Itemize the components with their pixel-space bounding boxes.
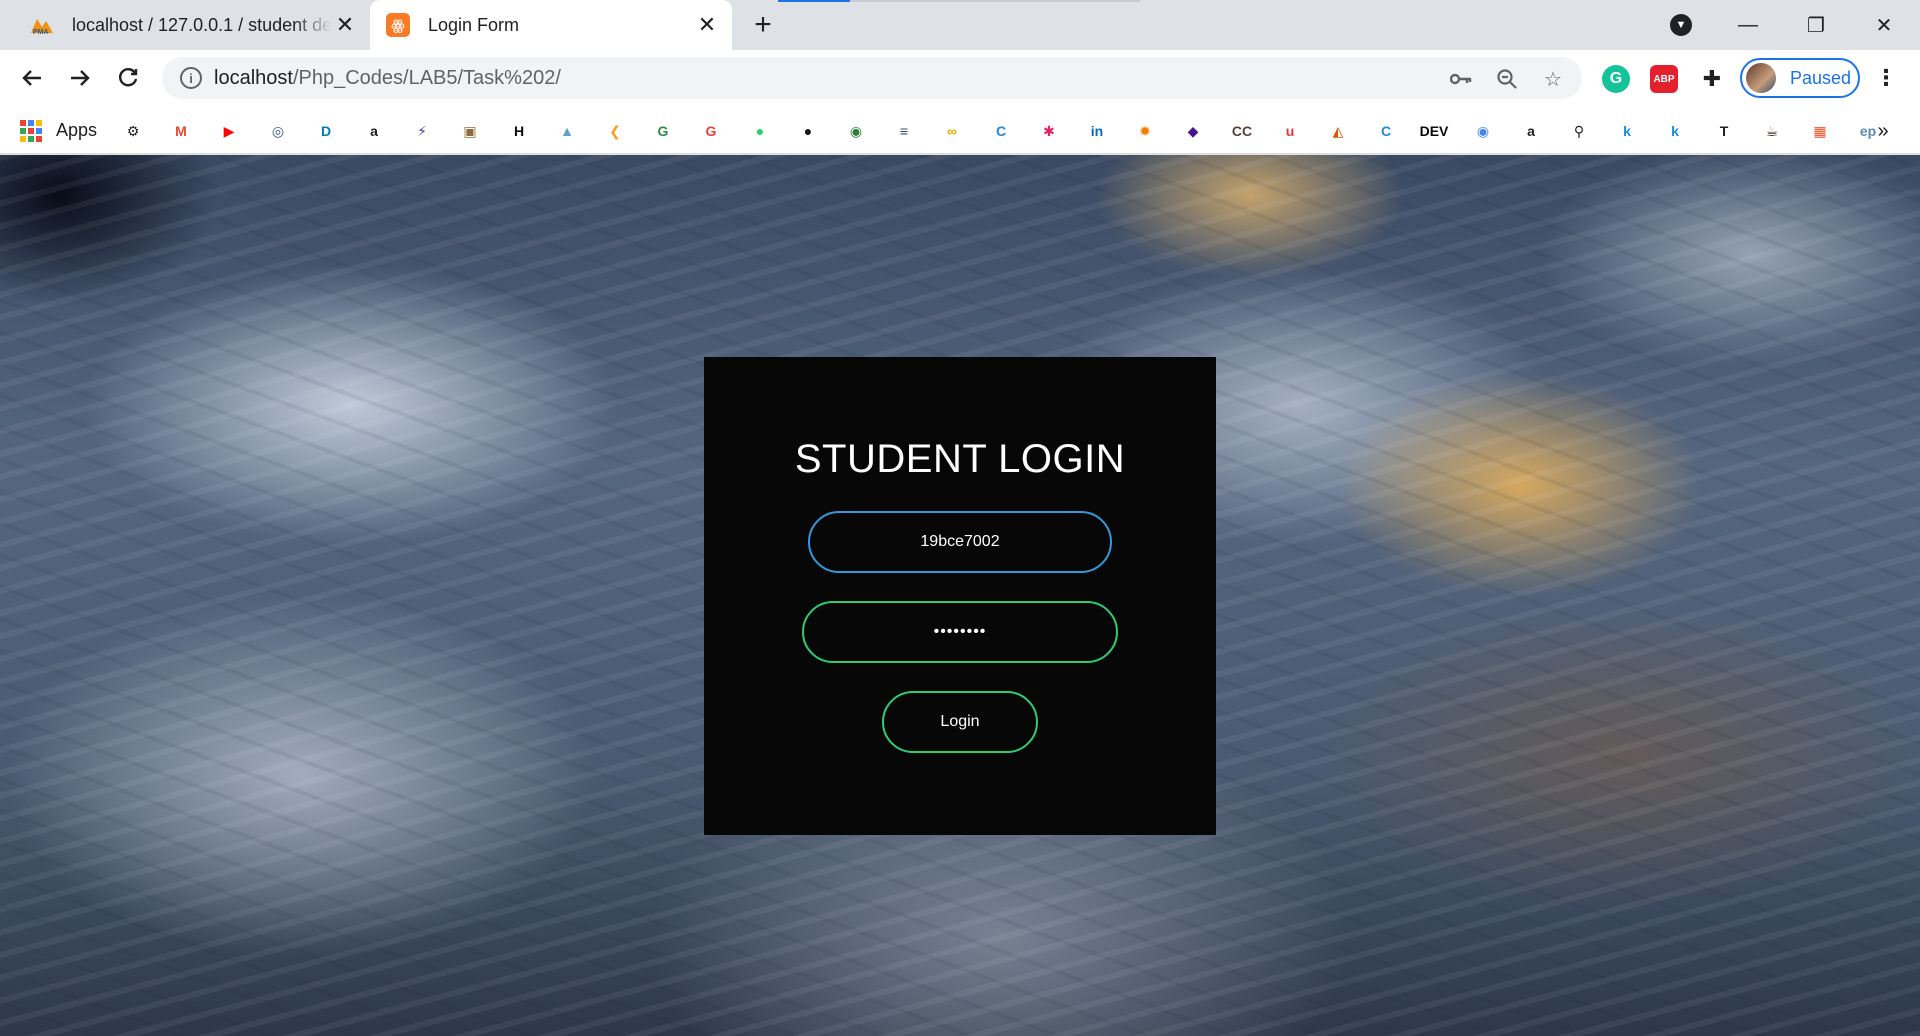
apps-label[interactable]: Apps xyxy=(56,120,97,141)
close-tab-icon[interactable]: ✕ xyxy=(332,12,358,38)
username-input[interactable] xyxy=(808,511,1112,573)
tab-strip: PMA localhost / 127.0.0.1 / student de ✕… xyxy=(0,0,1920,50)
bolt-icon[interactable]: ⚡ xyxy=(409,118,435,144)
minimize-button[interactable]: — xyxy=(1718,0,1778,50)
grammarly-icon[interactable]: G xyxy=(1602,65,1630,93)
gmail-icon[interactable]: M xyxy=(168,118,194,144)
login-button[interactable]: Login xyxy=(882,691,1038,753)
reload-icon xyxy=(119,68,138,87)
codeforces-icon[interactable]: C xyxy=(988,118,1014,144)
whatsapp-icon[interactable]: ● xyxy=(747,118,773,144)
canva-icon[interactable]: C xyxy=(1373,118,1399,144)
profile-status: Paused xyxy=(1790,67,1852,88)
stack-icon[interactable]: ≡ xyxy=(891,118,917,144)
arrow-right-icon xyxy=(71,70,90,86)
back-button[interactable] xyxy=(14,60,50,96)
youtube-icon[interactable]: ▶ xyxy=(216,118,242,144)
tab-title: localhost / 127.0.0.1 / student de xyxy=(72,14,332,35)
close-tab-icon[interactable]: ✕ xyxy=(694,12,720,38)
purple-icon[interactable]: ◆ xyxy=(1180,118,1206,144)
close-window-button[interactable]: ✕ xyxy=(1854,0,1914,50)
url-host: localhost xyxy=(214,66,293,89)
page-background: STUDENT LOGIN Login xyxy=(0,155,1920,1036)
phpmyadmin-icon: PMA xyxy=(28,13,56,37)
codechef-icon[interactable]: ◉ xyxy=(843,118,869,144)
avatar xyxy=(1746,63,1776,93)
zoom-out-icon[interactable] xyxy=(1494,66,1520,92)
svg-text:PMA: PMA xyxy=(33,29,49,35)
leetcode-icon[interactable]: ❮ xyxy=(602,118,628,144)
bookmarks-bar: Apps ⚙ M ▶ ◎ Da ⚡ ▣ H ▲ ❮ G G ● ● ◉ ≡ ∞ C ✱ in ✹ ◆ CC u ◭ C DEV ◉ a ⚲… xyxy=(0,106,1920,154)
amazon-icon[interactable]: a xyxy=(361,118,387,144)
hackerrank-icon[interactable]: H xyxy=(506,118,532,144)
xampp-icon: ꙮ xyxy=(384,13,412,37)
loading-bar-fill xyxy=(778,0,850,2)
bookmark-star-icon[interactable]: ☆ xyxy=(1540,66,1566,92)
bookmarks-overflow-icon[interactable]: » xyxy=(1870,118,1896,144)
dell-icon[interactable]: D xyxy=(313,118,339,144)
extensions-puzzle-icon[interactable]: ✚ xyxy=(1698,65,1726,93)
tab-phpmyadmin[interactable]: PMA localhost / 127.0.0.1 / student de ✕ xyxy=(14,0,370,50)
login-form: STUDENT LOGIN Login xyxy=(704,357,1216,835)
menu-kebab-icon[interactable]: ⋮ xyxy=(1872,64,1900,92)
matlab-icon[interactable]: ◭ xyxy=(1325,118,1351,144)
reload-button[interactable] xyxy=(110,60,146,96)
coffee-icon[interactable]: ☕ xyxy=(1759,118,1785,144)
adblock-plus-icon[interactable]: ABP xyxy=(1650,65,1678,93)
arrow-left-icon xyxy=(22,70,41,86)
gfg-icon[interactable]: G xyxy=(650,118,676,144)
amazon2-icon[interactable]: a xyxy=(1518,118,1544,144)
key-icon[interactable] xyxy=(1448,66,1474,92)
udemy-icon[interactable]: u xyxy=(1277,118,1303,144)
apps-grid-icon[interactable] xyxy=(20,120,42,142)
asterisk-icon[interactable]: ✱ xyxy=(1036,118,1062,144)
github-icon[interactable]: ● xyxy=(795,118,821,144)
linkedin-icon[interactable]: in xyxy=(1084,118,1110,144)
restore-button[interactable]: ❐ xyxy=(1786,0,1846,50)
cc-icon[interactable]: CC xyxy=(1229,118,1255,144)
profile-button[interactable]: Paused xyxy=(1740,58,1860,98)
mountain-icon[interactable]: ▲ xyxy=(554,118,580,144)
tab-login-form[interactable]: ꙮ Login Form ✕ xyxy=(370,0,732,50)
tab-title: Login Form xyxy=(428,14,520,35)
address-bar[interactable]: i localhost/Php_Codes/LAB5/Task%202/ ☆ xyxy=(162,57,1582,99)
new-tab-button[interactable]: + xyxy=(746,8,780,42)
page-title: STUDENT LOGIN xyxy=(794,437,1126,481)
k2-icon[interactable]: k xyxy=(1662,118,1688,144)
url-text: localhost/Php_Codes/LAB5/Task%202/ xyxy=(214,67,561,90)
vit-icon[interactable]: ◎ xyxy=(265,118,291,144)
url-path: /Php_Codes/LAB5/Task%202/ xyxy=(292,66,561,89)
dev-icon[interactable]: DEV xyxy=(1420,118,1449,144)
password-input[interactable] xyxy=(802,601,1118,663)
search-icon[interactable]: ⚲ xyxy=(1566,118,1592,144)
windows-icon[interactable]: ▦ xyxy=(1807,118,1833,144)
page-loading-bar xyxy=(778,0,1140,2)
site-info-icon[interactable]: i xyxy=(180,67,202,89)
sun-icon[interactable]: ✹ xyxy=(1132,118,1158,144)
gear-icon[interactable]: ⚙ xyxy=(120,118,146,144)
image-icon[interactable]: ▣ xyxy=(457,118,483,144)
g-red-icon[interactable]: G xyxy=(698,118,724,144)
coursera-icon[interactable]: ∞ xyxy=(939,118,965,144)
k-icon[interactable]: k xyxy=(1614,118,1640,144)
browser-toolbar: i localhost/Php_Codes/LAB5/Task%202/ ☆ G… xyxy=(0,50,1920,106)
record-icon[interactable]: ◉ xyxy=(1470,118,1496,144)
forward-button[interactable] xyxy=(62,60,98,96)
tab-search-icon[interactable]: ▼ xyxy=(1670,14,1692,36)
t-icon[interactable]: T xyxy=(1711,118,1737,144)
